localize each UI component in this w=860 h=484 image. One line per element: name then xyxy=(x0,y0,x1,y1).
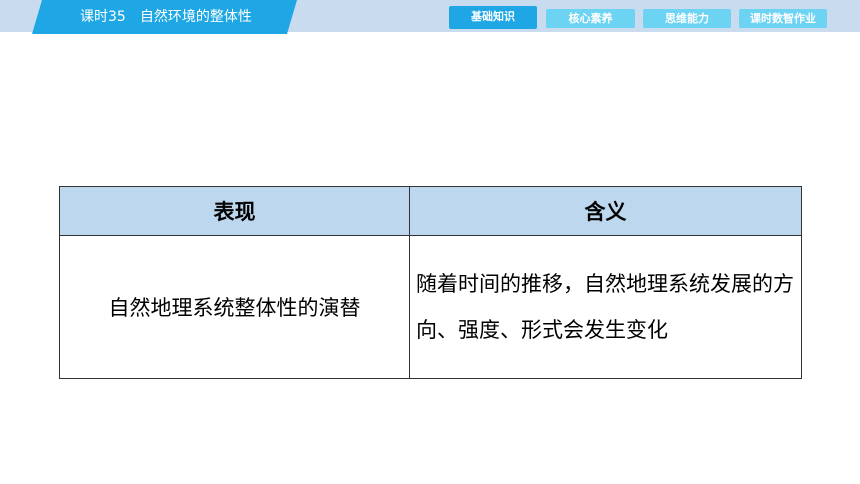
tab-core-literacy[interactable]: 核心素养 xyxy=(546,9,635,28)
cell-meaning: 随着时间的推移，自然地理系统发展的方向、强度、形式会发生变化 xyxy=(409,235,802,379)
table-row: 自然地理系统整体性的演替 随着时间的推移，自然地理系统发展的方向、强度、形式会发… xyxy=(59,235,802,379)
tab-homework[interactable]: 课时数智作业 xyxy=(739,9,827,28)
tab-thinking-ability[interactable]: 思维能力 xyxy=(643,9,731,28)
top-bar: 课时35 自然环境的整体性 基础知识 核心素养 思维能力 课时数智作业 xyxy=(0,0,860,32)
header-cell-meaning: 含义 xyxy=(409,186,802,236)
lesson-title: 课时35 自然环境的整体性 xyxy=(80,9,252,25)
table-header-row: 表现 含义 xyxy=(59,186,802,236)
cell-performance: 自然地理系统整体性的演替 xyxy=(59,235,410,379)
header-cell-performance: 表现 xyxy=(59,186,410,236)
tab-basic-knowledge[interactable]: 基础知识 xyxy=(449,6,537,29)
content-table: 表现 含义 自然地理系统整体性的演替 随着时间的推移，自然地理系统发展的方向、强… xyxy=(59,186,802,379)
